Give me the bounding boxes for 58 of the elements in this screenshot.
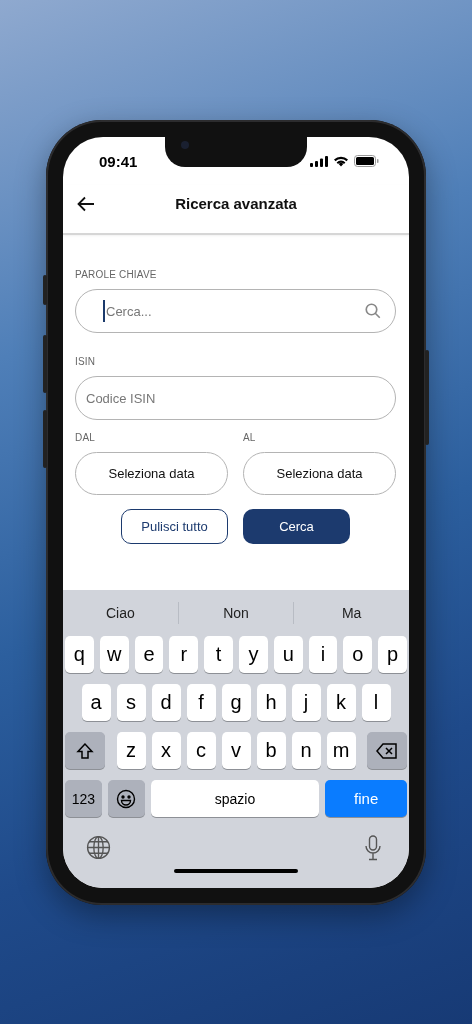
letter-key[interactable]: s	[116, 684, 146, 721]
done-key[interactable]: fine	[325, 780, 407, 817]
field-label: ISIN	[75, 356, 97, 367]
letter-key[interactable]: u	[273, 636, 303, 673]
field-label: PAROLE CHIAVE	[75, 269, 158, 280]
wifi-icon	[333, 155, 349, 167]
letter-key[interactable]: m	[326, 732, 356, 769]
search-icon[interactable]	[364, 302, 382, 320]
back-arrow-icon[interactable]	[77, 196, 95, 212]
date-picker-button[interactable]: Seleziona data	[243, 452, 396, 495]
letter-key[interactable]: e	[134, 636, 164, 673]
letter-key[interactable]: j	[291, 684, 321, 721]
word-suggestion[interactable]: Non	[177, 602, 294, 624]
smiley-icon	[116, 788, 137, 809]
letter-key[interactable]: c	[186, 732, 216, 769]
shift-key[interactable]	[65, 732, 105, 769]
backspace-icon	[376, 742, 398, 759]
letter-key[interactable]: p	[378, 636, 407, 673]
letter-key[interactable]: g	[221, 684, 251, 721]
signal-icon	[310, 155, 328, 167]
letter-key[interactable]: n	[291, 732, 321, 769]
globe-icon[interactable]	[86, 835, 111, 860]
letter-key[interactable]: y	[239, 636, 268, 673]
letter-key[interactable]: t	[204, 636, 233, 673]
letter-key[interactable]: v	[221, 732, 251, 769]
letter-key[interactable]: f	[186, 684, 216, 721]
search-button[interactable]: Cerca	[243, 509, 350, 544]
word-suggestion[interactable]: Ma	[293, 602, 409, 624]
clear-button[interactable]: Pulisci tutto	[121, 509, 228, 544]
letter-key[interactable]: z	[116, 732, 146, 769]
numbers-key[interactable]: 123	[65, 780, 102, 817]
isin-field[interactable]: Codice ISIN	[75, 376, 396, 420]
status-time: 09:41	[99, 152, 138, 170]
field-label: AL	[243, 432, 257, 443]
letter-key[interactable]: k	[326, 684, 356, 721]
shift-icon	[76, 741, 94, 760]
battery-icon	[354, 155, 379, 167]
word-suggestion[interactable]: Ciao	[63, 602, 178, 624]
microphone-icon[interactable]	[364, 835, 382, 861]
letter-key[interactable]: h	[256, 684, 286, 721]
letter-key[interactable]: l	[361, 684, 391, 721]
emoji-key[interactable]	[107, 780, 145, 817]
letter-key[interactable]: a	[81, 684, 111, 721]
page-title: Ricerca avanzata	[175, 194, 297, 212]
letter-key[interactable]: r	[169, 636, 199, 673]
letter-key[interactable]: i	[308, 636, 338, 673]
backspace-key[interactable]	[367, 732, 407, 769]
letter-key[interactable]: o	[343, 636, 373, 673]
letter-key[interactable]: b	[256, 732, 286, 769]
text-cursor	[103, 300, 105, 322]
field-label: DAL	[75, 432, 97, 443]
letter-key[interactable]: w	[99, 636, 129, 673]
date-picker-button[interactable]: Seleziona data	[75, 452, 228, 495]
search-field[interactable]: Cerca...	[75, 289, 396, 333]
letter-key[interactable]: d	[151, 684, 181, 721]
letter-key[interactable]: x	[151, 732, 181, 769]
space-key[interactable]: spazio	[150, 780, 320, 817]
letter-key[interactable]: q	[65, 636, 94, 673]
